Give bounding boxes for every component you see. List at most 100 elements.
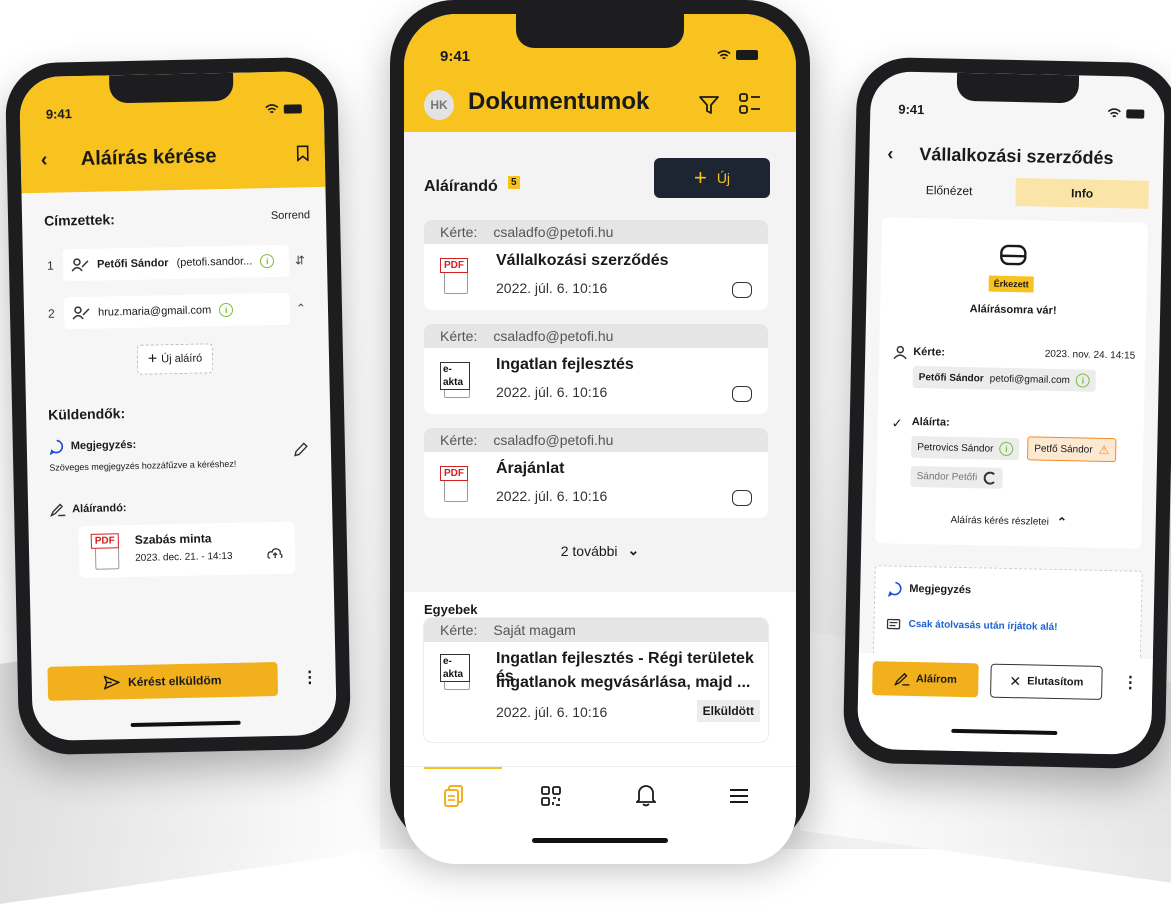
- document-date: 2022. júl. 6. 10:16: [496, 384, 608, 400]
- show-more-button[interactable]: 2 további ⌄: [404, 542, 796, 559]
- phone-right: 9:41 ‹ Vállalkozási szerződés Előnézet I…: [842, 56, 1171, 770]
- requester-label: Kérte:: [440, 224, 478, 240]
- send-icon: [103, 675, 121, 690]
- requester-row: Kérte: Saját magam: [424, 618, 768, 642]
- recipients-label: Címzettek:: [43, 211, 116, 229]
- note-heading: Megjegyzés:: [49, 437, 137, 455]
- status-icons: [717, 50, 758, 60]
- bookmark-icon[interactable]: [296, 145, 309, 162]
- bottom-nav: [404, 766, 796, 827]
- back-icon[interactable]: ‹: [41, 149, 48, 172]
- info-icon[interactable]: i: [219, 302, 234, 318]
- sign-pen-icon: [49, 503, 66, 517]
- tab-info[interactable]: Info: [1015, 178, 1149, 209]
- document-card[interactable]: PDF Szabás minta 2023. dec. 21. - 14:13: [78, 521, 296, 579]
- pdf-file-icon: PDF: [90, 533, 122, 570]
- document-card[interactable]: Kérte: Saját magam e-akta Ingatlan fejles…: [424, 618, 768, 742]
- signer-icon: [72, 306, 90, 320]
- add-signer-button[interactable]: + Új aláíró: [136, 343, 214, 375]
- recipient-pill[interactable]: Petőfi Sándor (petofi.sandor... i: [62, 244, 290, 282]
- requested-date: 2023. nov. 24. 14:15: [1044, 348, 1136, 362]
- signer-chip-pending[interactable]: Sándor Petőfi: [910, 465, 1003, 489]
- notch: [109, 72, 234, 104]
- note-text: Csak átolvasás után írjátok alá!: [908, 618, 1058, 634]
- requester-chip[interactable]: Petőfi Sándor petofi@gmail.com i: [912, 365, 1097, 392]
- recipient-number: 2: [47, 306, 55, 321]
- document-card[interactable]: Kérte: csaladfo@petofi.hu PDF Árajánlat 2…: [424, 428, 768, 518]
- sign-button[interactable]: Aláírom: [872, 661, 979, 698]
- add-signer-label: Új aláíró: [161, 352, 203, 366]
- senders-label: Küldendők:: [47, 405, 126, 423]
- pencil-icon[interactable]: [293, 441, 309, 457]
- requester-email: csaladfo@petofi.hu: [493, 224, 614, 240]
- details-toggle[interactable]: Aláírás kérés részletei ⌃: [876, 511, 1142, 531]
- document-date: 2023. dec. 21. - 14:13: [135, 550, 233, 564]
- reject-label: Elutasítom: [1027, 675, 1084, 689]
- bell-icon[interactable]: [636, 783, 656, 807]
- requester-label: Kérte:: [440, 328, 478, 344]
- qr-code-icon[interactable]: [540, 785, 562, 807]
- note-label: Megjegyzés:: [70, 438, 137, 453]
- status-icons: [265, 103, 302, 114]
- more-options-icon[interactable]: ⋮: [302, 667, 318, 687]
- note-label: Megjegyzés: [909, 582, 972, 597]
- document-card[interactable]: Kérte: csaladfo@petofi.hu PDF Vállalkozás…: [424, 220, 768, 310]
- warning-icon: ⚠: [1098, 442, 1110, 458]
- reorder-icon[interactable]: ⌃: [290, 301, 312, 315]
- show-more-label: 2 további: [560, 542, 618, 559]
- requester-email: csaladfo@petofi.hu: [493, 432, 614, 448]
- section-title: Egyebek: [424, 602, 478, 617]
- to-sign-heading: Aláírandó:: [49, 501, 127, 517]
- requester-label: Kérte:: [440, 432, 478, 448]
- reject-button[interactable]: ✕ Elutasítom: [990, 663, 1103, 700]
- document-card[interactable]: Kérte: csaladfo@petofi.hu e-akta Ingatlan…: [424, 324, 768, 414]
- order-link[interactable]: Sorrend: [271, 209, 310, 222]
- comment-icon: [49, 439, 64, 455]
- inbox-icon: [732, 490, 752, 506]
- comment-icon: [887, 581, 902, 597]
- send-request-button[interactable]: Kérést elküldöm: [47, 661, 279, 701]
- reorder-icon[interactable]: ⇵: [289, 253, 311, 267]
- status-time: 9:41: [898, 101, 925, 118]
- screen-documents: 9:41 HK Dokumentumok Aláírandó 5 + Új Ké…: [404, 14, 796, 864]
- info-icon[interactable]: i: [260, 253, 275, 269]
- nav-active-indicator: [424, 767, 502, 769]
- wifi-icon: [265, 104, 279, 114]
- screen-document-info: 9:41 ‹ Vállalkozási szerződés Előnézet I…: [856, 70, 1166, 756]
- recipient-pill[interactable]: hruz.maria@gmail.com i: [63, 292, 291, 330]
- list-view-icon[interactable]: [738, 92, 762, 116]
- status-badge: Elküldött: [696, 700, 760, 722]
- phone-center: 9:41 HK Dokumentumok Aláírandó 5 + Új Ké…: [390, 0, 810, 864]
- new-button[interactable]: + Új: [654, 158, 770, 198]
- document-date: 2022. júl. 6. 10:16: [496, 488, 608, 504]
- more-options-icon[interactable]: ⋮: [1122, 672, 1138, 692]
- upload-icon[interactable]: [267, 546, 283, 560]
- plus-icon: +: [147, 350, 158, 368]
- documents-nav-icon[interactable]: [444, 785, 464, 807]
- back-icon[interactable]: ‹: [887, 143, 893, 164]
- page-title: Aláírás kérése: [80, 145, 217, 170]
- info-icon[interactable]: i: [1075, 373, 1091, 388]
- inbox-icon: [732, 386, 752, 402]
- info-card: Érkezett Aláírásomra vár! Kérte: 2023. n…: [875, 217, 1149, 549]
- recipient-row[interactable]: 1 Petőfi Sándor (petofi.sandor... i ⇵: [47, 243, 312, 283]
- signer-chip-warning[interactable]: Petfő Sándor ⚠: [1027, 436, 1117, 463]
- avatar[interactable]: HK: [424, 90, 454, 120]
- info-icon[interactable]: i: [999, 441, 1014, 457]
- sign-pen-icon: [893, 672, 909, 686]
- notch: [516, 14, 684, 48]
- filter-icon[interactable]: [698, 94, 720, 116]
- action-bar: Aláírom ✕ Elutasítom ⋮: [856, 652, 1153, 756]
- details-label: Aláírás kérés részletei: [950, 514, 1050, 528]
- inbox-icon: [732, 282, 752, 298]
- document-date: 2022. júl. 6. 10:16: [496, 280, 608, 296]
- chevron-up-icon: ⌃: [1056, 514, 1068, 530]
- signer-chip[interactable]: Petrovics Sándor i: [911, 435, 1020, 461]
- sign-label: Aláírom: [915, 673, 958, 686]
- recipient-row[interactable]: 2 hruz.maria@gmail.com i ⌃: [48, 291, 313, 331]
- tab-preview[interactable]: Előnézet: [882, 175, 1016, 206]
- menu-icon[interactable]: [728, 787, 750, 805]
- tab-bar: Előnézet Info: [882, 175, 1149, 209]
- check-icon: ✓: [891, 415, 903, 431]
- document-title: Ingatlan fejlesztés: [496, 356, 634, 373]
